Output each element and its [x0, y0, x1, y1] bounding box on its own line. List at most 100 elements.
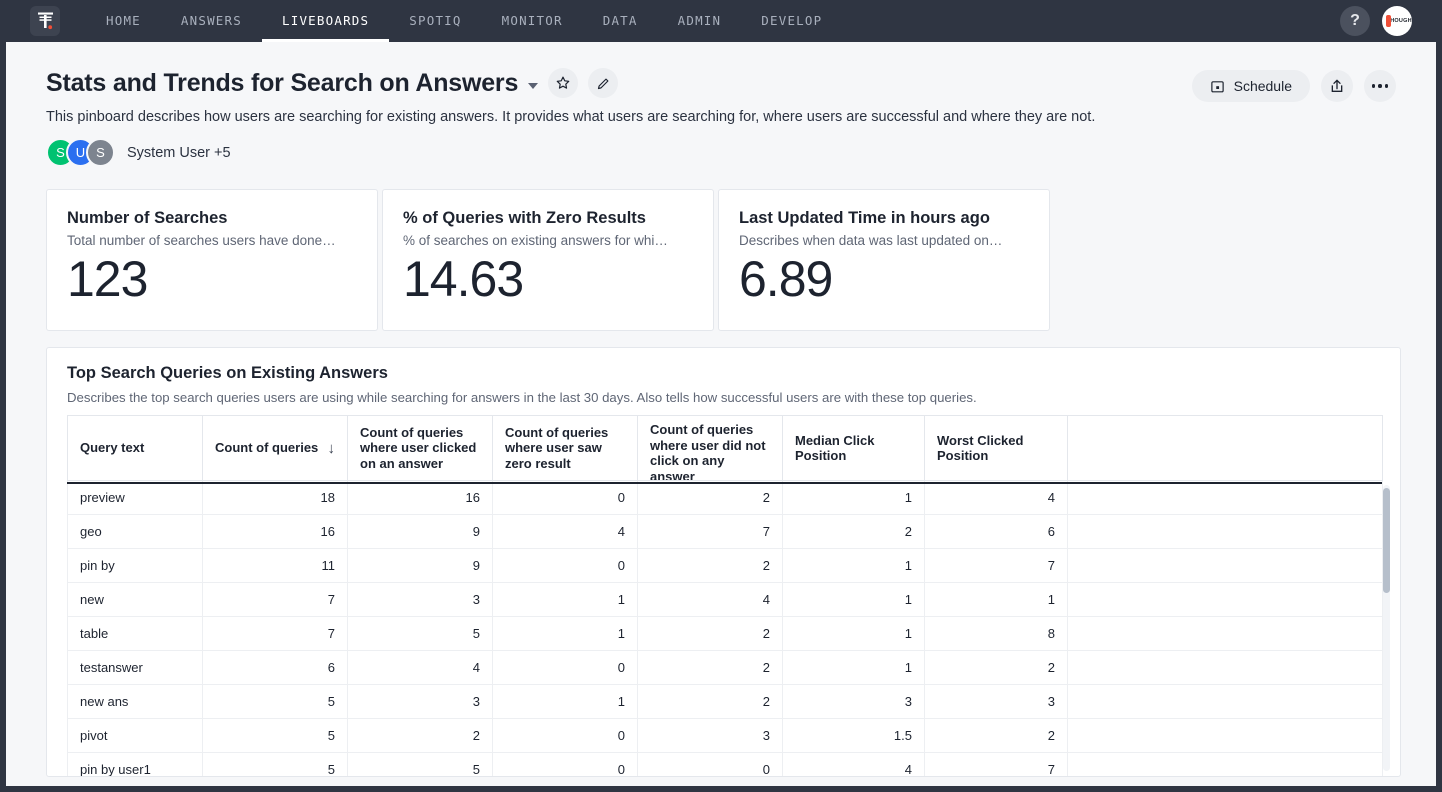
cell-count[interactable]: 5: [203, 719, 348, 753]
cell-zero[interactable]: 4: [493, 515, 638, 549]
cell-worst[interactable]: 2: [925, 719, 1068, 753]
cell-worst[interactable]: 2: [925, 651, 1068, 685]
cell-median[interactable]: 4: [783, 753, 925, 778]
cell-query-text[interactable]: pivot: [68, 719, 203, 753]
cell-clicked[interactable]: 5: [348, 617, 493, 651]
nav-item-answers[interactable]: ANSWERS: [161, 0, 262, 42]
cell-blank[interactable]: [1068, 685, 1383, 719]
cell-zero[interactable]: 1: [493, 617, 638, 651]
cell-noclick[interactable]: 0: [638, 753, 783, 778]
cell-worst[interactable]: 8: [925, 617, 1068, 651]
cell-count[interactable]: 16: [203, 515, 348, 549]
column-header-worst-clicked-position[interactable]: Worst Clicked Position: [925, 416, 1068, 481]
cell-clicked[interactable]: 9: [348, 515, 493, 549]
cell-query-text[interactable]: pin by user1: [68, 753, 203, 778]
cell-median[interactable]: 2: [783, 515, 925, 549]
nav-item-data[interactable]: DATA: [583, 0, 658, 42]
cell-query-text[interactable]: geo: [68, 515, 203, 549]
cell-median[interactable]: 1.5: [783, 719, 925, 753]
favorite-star-button[interactable]: [548, 68, 578, 98]
edit-button[interactable]: [588, 68, 618, 98]
cell-worst[interactable]: 7: [925, 753, 1068, 778]
cell-count[interactable]: 5: [203, 753, 348, 778]
nav-item-monitor[interactable]: MONITOR: [482, 0, 583, 42]
cell-clicked[interactable]: 16: [348, 481, 493, 515]
kpi-card-last-updated[interactable]: Last Updated Time in hours ago Describes…: [718, 189, 1050, 331]
table-row[interactable]: pin by user1550047: [68, 753, 1383, 778]
table-row[interactable]: new ans531233: [68, 685, 1383, 719]
table-row[interactable]: geo1694726: [68, 515, 1383, 549]
cell-zero[interactable]: 0: [493, 753, 638, 778]
help-icon[interactable]: ?: [1340, 6, 1370, 36]
cell-worst[interactable]: 6: [925, 515, 1068, 549]
nav-item-develop[interactable]: DEVELOP: [741, 0, 842, 42]
cell-blank[interactable]: [1068, 549, 1383, 583]
nav-item-spotiq[interactable]: SPOTIQ: [389, 0, 481, 42]
nav-item-home[interactable]: HOME: [86, 0, 161, 42]
cell-zero[interactable]: 0: [493, 651, 638, 685]
column-header-median-click-position[interactable]: Median Click Position: [783, 416, 925, 481]
more-options-button[interactable]: [1364, 70, 1396, 102]
nav-item-admin[interactable]: ADMIN: [658, 0, 742, 42]
cell-query-text[interactable]: new ans: [68, 685, 203, 719]
cell-blank[interactable]: [1068, 651, 1383, 685]
share-button[interactable]: [1321, 70, 1353, 102]
cell-worst[interactable]: 3: [925, 685, 1068, 719]
cell-query-text[interactable]: table: [68, 617, 203, 651]
table-row[interactable]: pivot52031.52: [68, 719, 1383, 753]
table-row[interactable]: preview18160214: [68, 481, 1383, 515]
cell-clicked[interactable]: 4: [348, 651, 493, 685]
cell-noclick[interactable]: 2: [638, 549, 783, 583]
cell-noclick[interactable]: 2: [638, 651, 783, 685]
nav-item-liveboards[interactable]: LIVEBOARDS: [262, 0, 389, 42]
sort-descending-icon[interactable]: ↓: [328, 441, 336, 456]
cell-count[interactable]: 18: [203, 481, 348, 515]
table-row[interactable]: testanswer640212: [68, 651, 1383, 685]
cell-count[interactable]: 7: [203, 583, 348, 617]
cell-zero[interactable]: 0: [493, 549, 638, 583]
column-header-clicked-on-answer[interactable]: Count of queries where user clicked on a…: [348, 416, 493, 481]
cell-blank[interactable]: [1068, 719, 1383, 753]
cell-noclick[interactable]: 2: [638, 685, 783, 719]
cell-count[interactable]: 11: [203, 549, 348, 583]
cell-median[interactable]: 3: [783, 685, 925, 719]
cell-median[interactable]: 1: [783, 617, 925, 651]
cell-query-text[interactable]: preview: [68, 481, 203, 515]
table-scrollbar-thumb[interactable]: [1383, 488, 1390, 593]
cell-count[interactable]: 6: [203, 651, 348, 685]
schedule-button[interactable]: Schedule: [1192, 70, 1310, 102]
cell-clicked[interactable]: 5: [348, 753, 493, 778]
cell-clicked[interactable]: 3: [348, 583, 493, 617]
cell-count[interactable]: 5: [203, 685, 348, 719]
cell-blank[interactable]: [1068, 515, 1383, 549]
kpi-card-zero-results[interactable]: % of Queries with Zero Results % of sear…: [382, 189, 714, 331]
cell-blank[interactable]: [1068, 481, 1383, 515]
thoughtspot-logo-icon[interactable]: [30, 6, 60, 36]
cell-blank[interactable]: [1068, 617, 1383, 651]
cell-query-text[interactable]: new: [68, 583, 203, 617]
cell-worst[interactable]: 7: [925, 549, 1068, 583]
user-profile-avatar[interactable]: THOUGHT: [1382, 6, 1412, 36]
cell-worst[interactable]: 1: [925, 583, 1068, 617]
column-header-query-text[interactable]: Query text: [68, 416, 203, 481]
cell-noclick[interactable]: 2: [638, 617, 783, 651]
cell-zero[interactable]: 0: [493, 481, 638, 515]
column-header-count-of-queries[interactable]: Count of queries ↓: [203, 416, 348, 481]
cell-blank[interactable]: [1068, 583, 1383, 617]
avatar[interactable]: S: [86, 138, 115, 167]
cell-noclick[interactable]: 3: [638, 719, 783, 753]
chevron-down-icon[interactable]: [528, 83, 538, 89]
cell-worst[interactable]: 4: [925, 481, 1068, 515]
table-row[interactable]: new731411: [68, 583, 1383, 617]
cell-query-text[interactable]: testanswer: [68, 651, 203, 685]
kpi-card-number-of-searches[interactable]: Number of Searches Total number of searc…: [46, 189, 378, 331]
cell-median[interactable]: 1: [783, 583, 925, 617]
cell-zero[interactable]: 0: [493, 719, 638, 753]
cell-blank[interactable]: [1068, 753, 1383, 778]
column-header-empty[interactable]: [1068, 416, 1383, 481]
cell-count[interactable]: 7: [203, 617, 348, 651]
cell-zero[interactable]: 1: [493, 583, 638, 617]
cell-clicked[interactable]: 3: [348, 685, 493, 719]
cell-clicked[interactable]: 2: [348, 719, 493, 753]
cell-zero[interactable]: 1: [493, 685, 638, 719]
